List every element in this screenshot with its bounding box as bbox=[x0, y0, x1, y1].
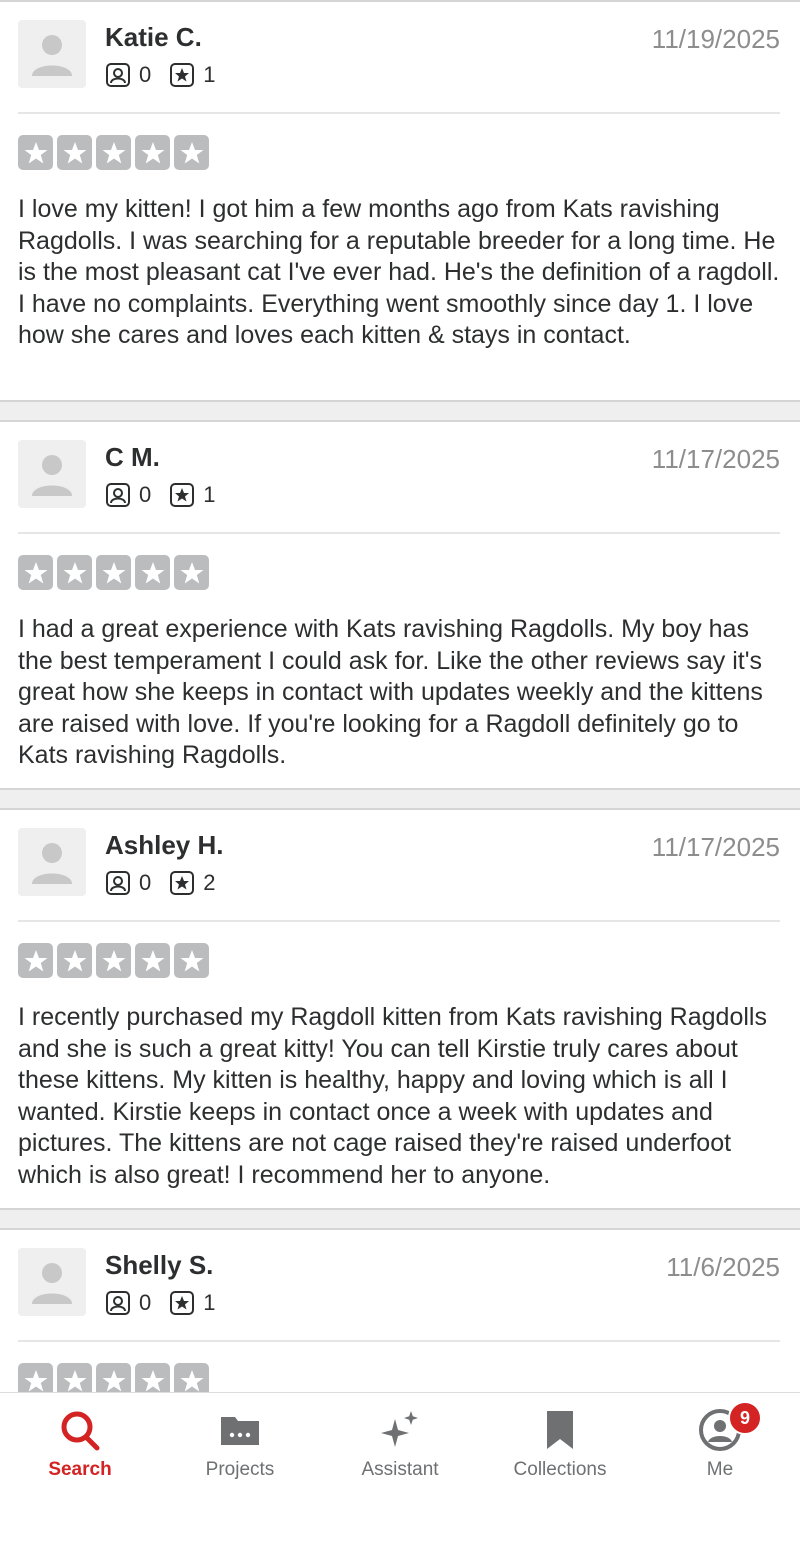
star-icon bbox=[96, 555, 131, 590]
reviewer-name[interactable]: C M. bbox=[105, 442, 160, 473]
reviews-count: 2 bbox=[203, 870, 216, 895]
avatar[interactable] bbox=[18, 440, 86, 508]
star-icon bbox=[174, 943, 209, 978]
divider bbox=[18, 112, 780, 114]
friends-count: 0 bbox=[139, 870, 152, 895]
review-card: Ashley H. 11/17/2025 0 2 I recently purc… bbox=[0, 808, 800, 1208]
tab-assistant[interactable]: Assistant bbox=[320, 1393, 480, 1503]
review-separator bbox=[0, 1208, 800, 1228]
reviewer-name[interactable]: Shelly S. bbox=[105, 1250, 213, 1281]
star-icon bbox=[18, 1363, 53, 1392]
tab-search[interactable]: Search bbox=[0, 1393, 160, 1503]
star-rating bbox=[18, 1363, 213, 1392]
star-icon bbox=[57, 555, 92, 590]
star-icon bbox=[174, 135, 209, 170]
reviewer-name[interactable]: Katie C. bbox=[105, 22, 202, 53]
search-icon bbox=[61, 1411, 100, 1451]
friends-icon bbox=[106, 871, 130, 895]
review-star-icon bbox=[170, 871, 195, 895]
review-star-icon bbox=[170, 483, 195, 507]
tab-label: Search bbox=[48, 1459, 112, 1480]
reviewer-stats: 0 1 bbox=[105, 482, 234, 508]
review-card: Shelly S. 11/6/2025 0 1 bbox=[0, 1228, 800, 1392]
reviewer-stats: 0 1 bbox=[105, 1290, 234, 1316]
user-placeholder-icon bbox=[32, 843, 72, 884]
review-date: 11/6/2025 bbox=[666, 1252, 780, 1282]
friends-count: 0 bbox=[139, 62, 152, 87]
friends-icon bbox=[106, 63, 130, 87]
friends-count: 0 bbox=[139, 1290, 152, 1315]
tab-label: Assistant bbox=[361, 1459, 439, 1480]
star-icon bbox=[57, 1363, 92, 1392]
star-icon bbox=[18, 943, 53, 978]
notification-badge: 9 bbox=[728, 1401, 762, 1435]
star-icon bbox=[57, 135, 92, 170]
review-card: C M. 11/17/2025 0 1 I had a great experi… bbox=[0, 420, 800, 788]
star-icon bbox=[135, 1363, 170, 1392]
reviews-count: 1 bbox=[203, 482, 216, 507]
divider bbox=[18, 920, 780, 922]
tab-collections[interactable]: Collections bbox=[480, 1393, 640, 1503]
review-separator bbox=[0, 400, 800, 420]
review-text: I recently purchased my Ragdoll kitten f… bbox=[18, 1003, 767, 1189]
friends-count: 0 bbox=[139, 482, 152, 507]
reviewer-stats: 0 1 bbox=[105, 62, 234, 88]
user-placeholder-icon bbox=[32, 455, 72, 496]
star-icon bbox=[96, 943, 131, 978]
friends-icon bbox=[106, 1291, 130, 1315]
star-icon bbox=[96, 135, 131, 170]
divider bbox=[18, 532, 780, 534]
review-date: 11/17/2025 bbox=[651, 444, 780, 474]
avatar[interactable] bbox=[18, 20, 86, 88]
review-date: 11/19/2025 bbox=[651, 24, 780, 54]
avatar[interactable] bbox=[18, 1248, 86, 1316]
star-icon bbox=[174, 1363, 209, 1392]
review-card: Katie C. 11/19/2025 0 1 I love my kitten… bbox=[0, 0, 800, 400]
review-separator bbox=[0, 788, 800, 808]
review-star-icon bbox=[170, 63, 195, 87]
bookmark-icon bbox=[547, 1411, 573, 1449]
projects-icon bbox=[221, 1417, 259, 1445]
tab-me[interactable]: 9 Me bbox=[640, 1393, 800, 1503]
tab-projects[interactable]: Projects bbox=[160, 1393, 320, 1503]
tab-label: Projects bbox=[205, 1459, 275, 1480]
review-date: 11/17/2025 bbox=[651, 832, 780, 862]
review-text: I love my kitten! I got him a few months… bbox=[18, 195, 780, 350]
star-rating bbox=[18, 135, 213, 170]
star-icon bbox=[135, 555, 170, 590]
reviewer-name[interactable]: Ashley H. bbox=[105, 830, 224, 861]
review-star-icon bbox=[170, 1291, 195, 1315]
bottom-tab-bar: Search Projects Assistant Collections 9 … bbox=[0, 1392, 800, 1548]
star-icon bbox=[18, 135, 53, 170]
review-text: I had a great experience with Kats ravis… bbox=[18, 615, 763, 770]
tab-label: Me bbox=[706, 1459, 734, 1480]
reviews-count: 1 bbox=[203, 62, 216, 87]
star-icon bbox=[135, 943, 170, 978]
avatar[interactable] bbox=[18, 828, 86, 896]
tab-label: Collections bbox=[513, 1459, 607, 1480]
reviews-count: 1 bbox=[203, 1290, 216, 1315]
star-icon bbox=[135, 135, 170, 170]
star-rating bbox=[18, 943, 213, 978]
star-icon bbox=[57, 943, 92, 978]
star-icon bbox=[96, 1363, 131, 1392]
user-placeholder-icon bbox=[32, 1263, 72, 1304]
user-placeholder-icon bbox=[32, 35, 72, 76]
star-icon bbox=[174, 555, 209, 590]
star-icon bbox=[18, 555, 53, 590]
star-rating bbox=[18, 555, 213, 590]
sparkle-icon bbox=[381, 1411, 418, 1447]
divider bbox=[18, 1340, 780, 1342]
friends-icon bbox=[106, 483, 130, 507]
reviewer-stats: 0 2 bbox=[105, 870, 234, 896]
